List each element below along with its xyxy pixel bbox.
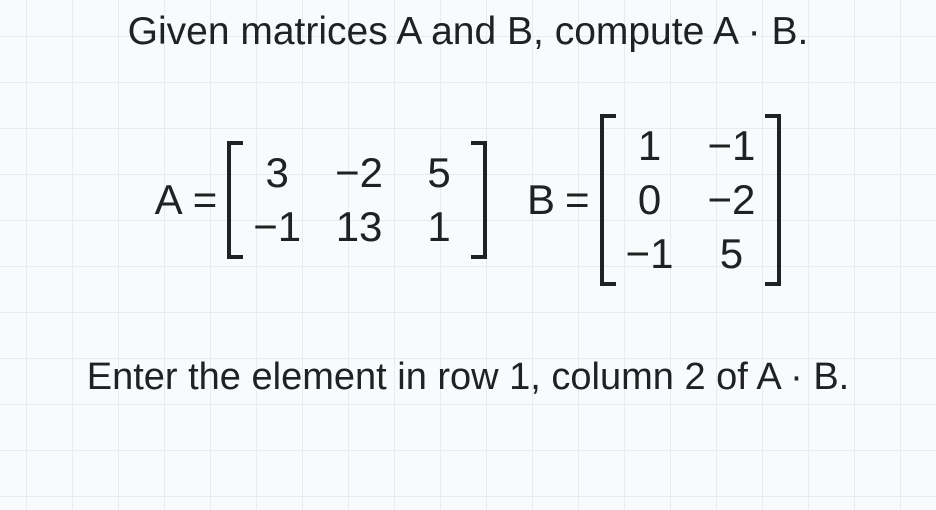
- matrix-B-grid: 1 −1 0 −2 −1 5: [612, 114, 770, 286]
- matrix-A-cell: −1: [253, 203, 301, 251]
- matrices-row: A = 3 −2 5 −1 13 1 B = 1: [155, 114, 782, 286]
- question-text: Enter the element in row 1, column 2 of …: [87, 356, 850, 399]
- matrix-B-cell: −1: [707, 122, 755, 170]
- matrix-B-cell: 1: [626, 122, 674, 170]
- matrix-A-cell: 1: [417, 203, 461, 251]
- equals-sign: =: [565, 176, 590, 224]
- prompt-text: Given matrices A and B, compute A · B.: [128, 10, 809, 54]
- bracket-left-icon: [227, 141, 239, 259]
- matrix-B-cell: 0: [626, 176, 674, 224]
- matrix-B-name: B: [527, 176, 555, 224]
- matrix-A-cell: 13: [335, 203, 383, 251]
- matrix-B-cell: −1: [626, 230, 674, 278]
- matrix-A-cell: 3: [253, 149, 301, 197]
- matrix-A-grid: 3 −2 5 −1 13 1: [239, 141, 475, 259]
- matrix-A-name: A: [155, 176, 183, 224]
- bracket-right-icon: [475, 141, 487, 259]
- matrix-A-cell: 5: [417, 149, 461, 197]
- equals-sign: =: [193, 176, 218, 224]
- matrix-A: 3 −2 5 −1 13 1: [227, 141, 487, 259]
- bracket-right-icon: [769, 114, 781, 286]
- bracket-left-icon: [600, 114, 612, 286]
- matrix-A-equation: A = 3 −2 5 −1 13 1: [155, 141, 487, 259]
- matrix-B-cell: 5: [707, 230, 755, 278]
- matrix-B: 1 −1 0 −2 −1 5: [600, 114, 782, 286]
- matrix-A-cell: −2: [335, 149, 383, 197]
- matrix-B-cell: −2: [707, 176, 755, 224]
- matrix-B-equation: B = 1 −1 0 −2 −1 5: [527, 114, 781, 286]
